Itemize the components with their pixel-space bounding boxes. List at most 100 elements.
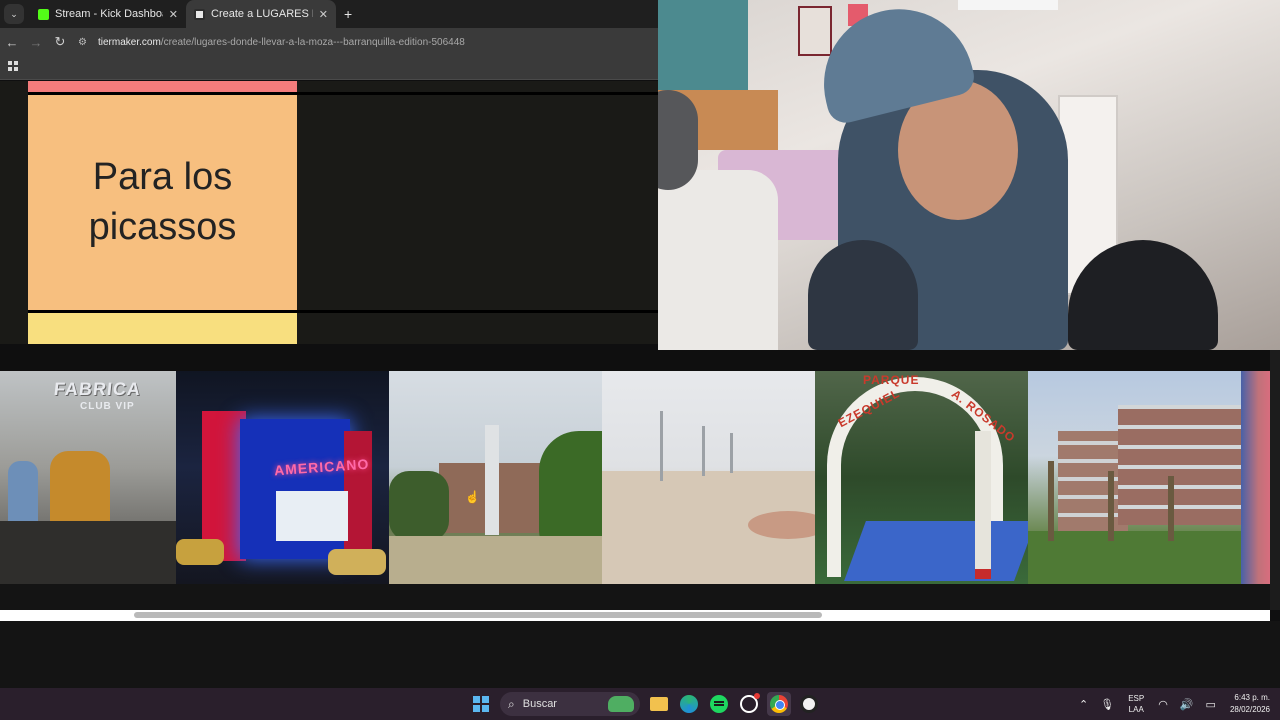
close-icon[interactable]: ✕ xyxy=(169,8,178,21)
image-sign-text: PARQUE xyxy=(863,373,920,387)
back-arrow-icon[interactable]: ← xyxy=(0,35,24,50)
address-bar: ← → ↻ ⚙ tiermaker.com/create/lugares-don… xyxy=(0,28,658,56)
tier-list: Para los picassos xyxy=(0,81,658,344)
pool-divider xyxy=(0,350,1270,371)
forward-arrow-icon[interactable]: → xyxy=(24,35,48,50)
edge-button[interactable] xyxy=(677,692,701,716)
url-field[interactable]: tiermaker.com/create/lugares-donde-lleva… xyxy=(98,37,465,48)
search-highlight-icon xyxy=(608,696,634,712)
chrome-button[interactable] xyxy=(767,692,791,716)
image-sign-text: FABRICA xyxy=(53,379,143,399)
tab-title: Stream - Kick Dashboard xyxy=(55,8,163,20)
tree xyxy=(389,471,449,541)
url-domain: tiermaker.com xyxy=(98,36,161,48)
spotify-icon xyxy=(710,695,728,713)
person-left xyxy=(658,170,778,350)
start-button[interactable] xyxy=(469,692,493,716)
wall-poster xyxy=(798,6,832,56)
street-lamp xyxy=(660,411,663,481)
search-placeholder: Buscar xyxy=(522,698,557,710)
building-entrance xyxy=(276,491,348,541)
chatgpt-icon xyxy=(740,693,760,713)
mouse-cursor-icon: ☝ xyxy=(465,490,480,504)
volume-icon[interactable]: 🔊 xyxy=(1180,698,1194,711)
bookmarks-bar xyxy=(0,56,658,80)
person-cap xyxy=(808,240,918,350)
system-tray: ⌃ 🎙 ESP LAA ◠ 🔊 ▭ 6:43 p. m. 28/02/2026 xyxy=(1073,688,1270,720)
building-wall xyxy=(344,431,372,561)
clock-date: 28/02/2026 xyxy=(1229,705,1270,714)
search-icon: ⌕ xyxy=(508,696,515,711)
building xyxy=(1118,405,1241,525)
pool-item-malecon[interactable] xyxy=(602,371,815,584)
tier-drop-zone[interactable] xyxy=(297,313,658,344)
kick-icon xyxy=(38,8,49,20)
steps xyxy=(389,536,602,584)
person-left-cap xyxy=(658,90,698,190)
edge-icon xyxy=(680,695,698,713)
clock-time: 6:43 p. m. xyxy=(1234,693,1270,702)
taxi xyxy=(328,549,386,575)
spotify-button[interactable] xyxy=(707,692,731,716)
lamp-post xyxy=(975,431,991,579)
tab-search-chevron-icon[interactable]: ⌄ xyxy=(4,4,24,24)
tier-label[interactable] xyxy=(28,313,297,344)
chrome-icon xyxy=(770,695,788,713)
tier-drop-zone[interactable] xyxy=(297,81,658,92)
horizontal-scrollbar[interactable] xyxy=(0,610,1270,621)
language-code: ESP xyxy=(1128,694,1145,703)
keyboard-layout: LAA xyxy=(1128,705,1144,714)
image-ground xyxy=(0,521,176,584)
obs-icon xyxy=(800,695,818,713)
pool-item-americano[interactable]: AMERICANO xyxy=(176,371,389,584)
tier-label[interactable] xyxy=(28,81,297,92)
tier-row xyxy=(28,313,658,344)
windows-icon xyxy=(473,696,489,712)
windows-taskbar: ⌕ Buscar ⌃ 🎙 ESP LAA ◠ 🔊 ▭ 6:43 p. m. 28… xyxy=(0,688,1280,720)
taxi xyxy=(176,539,224,565)
new-tab-button[interactable]: + xyxy=(344,6,352,22)
tier-row xyxy=(28,81,658,95)
page-bottom xyxy=(0,621,1280,688)
folder-icon xyxy=(650,697,668,711)
pool-item-partial[interactable] xyxy=(1241,371,1270,584)
statue xyxy=(485,425,499,535)
pool-item-cristo-rey[interactable] xyxy=(389,371,602,584)
tier-label[interactable]: Para los picassos xyxy=(28,95,297,310)
close-icon[interactable]: ✕ xyxy=(319,8,328,21)
pool-item-university[interactable] xyxy=(1028,371,1241,584)
apps-grid-icon[interactable] xyxy=(8,61,18,71)
slide xyxy=(844,521,1028,581)
language-indicator[interactable]: ESP LAA xyxy=(1128,693,1144,715)
obs-button[interactable] xyxy=(797,692,821,716)
taskbar-apps: ⌕ Buscar xyxy=(466,688,824,720)
taskbar-search[interactable]: ⌕ Buscar xyxy=(500,692,640,716)
clock[interactable]: 6:43 p. m. 28/02/2026 xyxy=(1230,692,1270,716)
microphone-icon[interactable]: 🎙 xyxy=(1100,698,1114,711)
pool-item-parque[interactable]: PARQUE EZEQUIEL A. ROSADO xyxy=(815,371,1028,584)
image-sign-text: CLUB VIP xyxy=(80,401,135,412)
scrollbar-thumb[interactable] xyxy=(134,612,822,618)
file-explorer-button[interactable] xyxy=(647,692,671,716)
image-pool: FABRICA CLUB VIP AMERICANO PARQUE EZEQUI… xyxy=(0,350,1280,610)
reload-icon[interactable]: ↻ xyxy=(48,34,72,50)
tab-tiermaker[interactable]: Create a LUGARES DONDE LLEVAR... ✕ xyxy=(186,0,336,28)
tier-row: Para los picassos xyxy=(28,95,658,313)
site-info-icon[interactable]: ⚙ xyxy=(78,35,92,49)
tier-drop-zone[interactable] xyxy=(297,95,658,310)
chevron-up-icon[interactable]: ⌃ xyxy=(1079,698,1088,711)
battery-icon[interactable]: ▭ xyxy=(1206,698,1216,711)
tab-kick-dashboard[interactable]: Stream - Kick Dashboard ✕ xyxy=(30,0,186,28)
palm-tree xyxy=(1048,461,1054,541)
browser-tab-bar: ⌄ Stream - Kick Dashboard ✕ Create a LUG… xyxy=(0,0,658,28)
street-lamp xyxy=(730,433,733,473)
tree xyxy=(539,431,602,551)
url-path: /create/lugares-donde-llevar-a-la-moza--… xyxy=(160,36,465,48)
pool-item-fabrica[interactable]: FABRICA CLUB VIP xyxy=(0,371,176,584)
wifi-icon[interactable]: ◠ xyxy=(1158,698,1168,711)
tiermaker-icon xyxy=(194,8,205,20)
chatgpt-button[interactable] xyxy=(737,692,761,716)
tab-title: Create a LUGARES DONDE LLEVAR... xyxy=(211,8,313,20)
webcam-feed xyxy=(658,0,1280,350)
vertical-scrollbar[interactable] xyxy=(1270,350,1280,610)
